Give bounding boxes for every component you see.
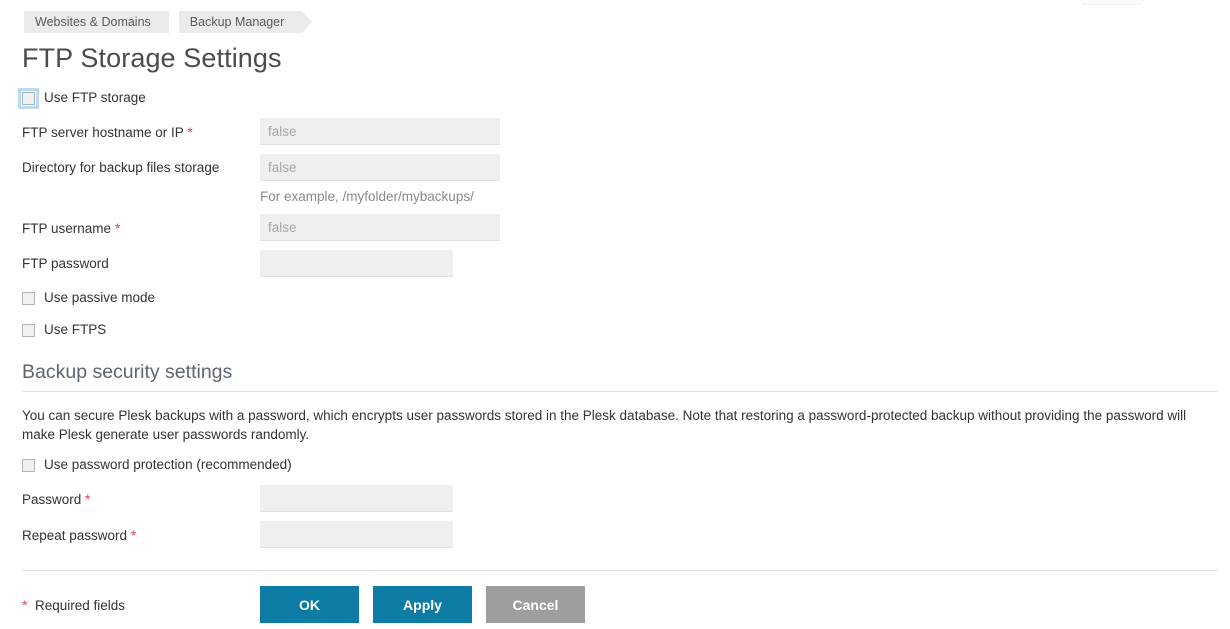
use-ftp-storage-label[interactable]: Use FTP storage xyxy=(44,90,146,106)
backup-security-form: Use password protection (recommended) Pa… xyxy=(0,454,1230,548)
repeat-password-field-col xyxy=(260,521,1206,548)
field-row-backup-directory: Directory for backup files storage For e… xyxy=(22,154,1206,205)
use-passive-mode-checkbox[interactable] xyxy=(22,291,35,305)
breadcrumb: Websites & Domains Backup Manager xyxy=(24,11,312,33)
repeat-password-input[interactable] xyxy=(260,521,453,548)
ftp-server-hostname-field-col xyxy=(260,118,1206,145)
use-ftp-storage-row[interactable]: Use FTP storage xyxy=(18,87,1206,109)
backup-directory-label: Directory for backup files storage xyxy=(22,154,260,177)
field-row-ftp-username: FTP username * xyxy=(22,214,1206,241)
backup-security-description: You can secure Plesk backups with a pass… xyxy=(22,408,1187,442)
required-asterisk: * xyxy=(130,527,137,543)
ftp-storage-form: Use FTP storage FTP server hostname or I… xyxy=(0,87,1230,341)
field-label-text: FTP username xyxy=(22,221,112,236)
password-label: Password * xyxy=(22,485,260,509)
breadcrumb-item-label: Backup Manager xyxy=(189,15,285,29)
field-row-password: Password * xyxy=(22,485,1206,512)
use-ftps-row[interactable]: Use FTPS xyxy=(22,319,1206,341)
breadcrumb-item-label: Websites & Domains xyxy=(35,15,151,29)
backup-directory-hint: For example, /myfolder/mybackups/ xyxy=(260,189,474,204)
field-row-ftp-server-hostname: FTP server hostname or IP * xyxy=(22,118,1206,145)
use-password-protection-checkbox[interactable] xyxy=(22,458,35,472)
field-label-text: FTP server hostname or IP xyxy=(22,125,184,140)
use-password-protection-row[interactable]: Use password protection (recommended) xyxy=(22,454,1206,476)
use-ftp-storage-checkbox[interactable] xyxy=(18,87,39,109)
ftp-username-field-col xyxy=(260,214,1206,241)
field-label-text: Directory for backup files storage xyxy=(22,160,220,175)
field-label-text: FTP password xyxy=(22,256,109,271)
required-fields-note: * Required fields xyxy=(22,597,260,613)
required-asterisk: * xyxy=(114,220,121,236)
ftp-username-input[interactable] xyxy=(260,214,500,241)
ftp-password-input[interactable] xyxy=(260,250,453,277)
breadcrumb-item-backup-manager[interactable]: Backup Manager xyxy=(168,11,312,33)
backup-directory-input[interactable] xyxy=(260,154,500,181)
use-password-protection-label[interactable]: Use password protection (recommended) xyxy=(44,457,292,473)
backup-directory-field-col: For example, /myfolder/mybackups/ xyxy=(260,154,1206,205)
apply-button[interactable]: Apply xyxy=(373,586,472,623)
ftp-password-label: FTP password xyxy=(22,250,260,273)
field-row-repeat-password: Repeat password * xyxy=(22,521,1206,548)
use-ftps-checkbox[interactable] xyxy=(22,323,35,337)
required-asterisk: * xyxy=(85,491,91,507)
required-fields-text: Required fields xyxy=(31,597,126,613)
required-asterisk: * xyxy=(22,596,28,613)
use-ftps-label[interactable]: Use FTPS xyxy=(44,322,106,338)
backup-security-heading: Backup security settings xyxy=(22,361,233,383)
required-asterisk: * xyxy=(187,124,193,140)
ok-button[interactable]: OK xyxy=(260,586,359,623)
use-passive-mode-row[interactable]: Use passive mode xyxy=(22,287,1206,309)
password-input[interactable] xyxy=(260,485,453,512)
repeat-password-label: Repeat password * xyxy=(22,521,260,545)
ftp-password-field-col xyxy=(260,250,1206,277)
page-title: FTP Storage Settings xyxy=(22,43,282,73)
use-passive-mode-label[interactable]: Use passive mode xyxy=(44,290,155,306)
ftp-server-hostname-label: FTP server hostname or IP * xyxy=(22,118,260,142)
password-field-col xyxy=(260,485,1206,512)
ftp-username-label: FTP username * xyxy=(22,214,260,238)
ftp-server-hostname-input[interactable] xyxy=(260,118,500,145)
section-divider xyxy=(22,391,1218,392)
cancel-button[interactable]: Cancel xyxy=(486,586,585,623)
breadcrumb-item-websites-domains[interactable]: Websites & Domains xyxy=(24,11,179,33)
field-row-ftp-password: FTP password xyxy=(22,250,1206,277)
field-label-text: Password xyxy=(22,492,82,507)
form-footer: * Required fields OK Apply Cancel xyxy=(22,571,1230,623)
field-label-text: Repeat password xyxy=(22,528,128,543)
ftp-storage-settings-page: Websites & Domains Backup Manager FTP St… xyxy=(0,0,1230,623)
